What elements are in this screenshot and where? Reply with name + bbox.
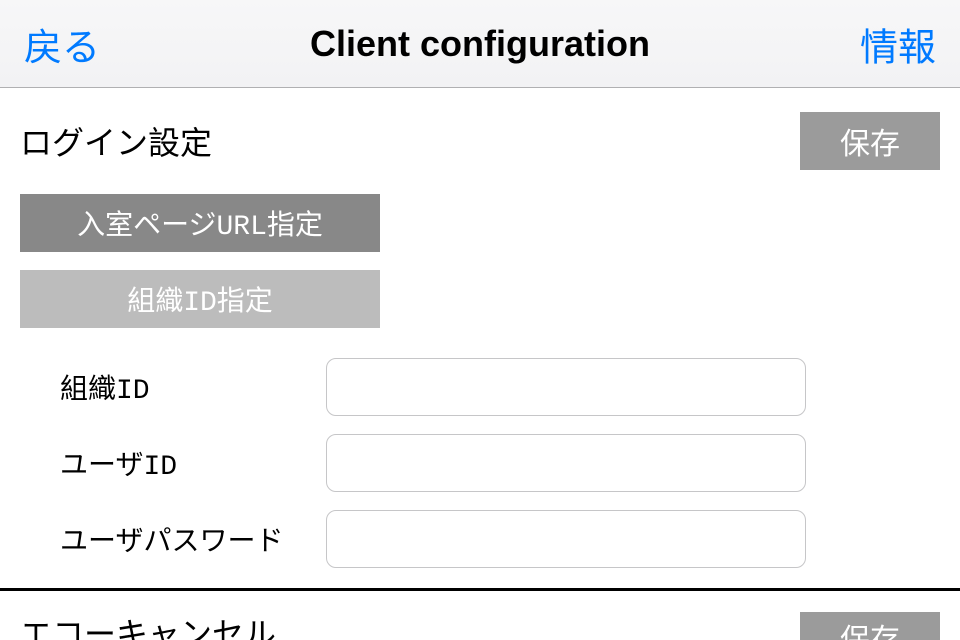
content-area: ログイン設定 保存 入室ページURL指定 組織ID指定 組織ID ユーザID ユ… [0,88,960,640]
tab-org-id[interactable]: 組織ID指定 [20,270,380,328]
user-id-row: ユーザID [60,434,940,492]
user-id-label: ユーザID [60,443,326,483]
echo-section-title: エコーキャンセル [20,609,276,640]
password-row: ユーザパスワード [60,510,940,568]
back-button[interactable]: 戻る [24,16,100,71]
login-section-header: ログイン設定 保存 [20,88,940,186]
navbar: 戻る Client configuration 情報 [0,0,960,88]
org-id-row: 組織ID [60,358,940,416]
page-title: Client configuration [310,23,650,65]
echo-section-header: エコーキャンセル 保存 [20,591,940,640]
login-mode-tabs: 入室ページURL指定 組織ID指定 [20,194,940,328]
password-input[interactable] [326,510,806,568]
tab-url-entry[interactable]: 入室ページURL指定 [20,194,380,252]
user-id-input[interactable] [326,434,806,492]
login-form: 組織ID ユーザID ユーザパスワード [20,358,940,568]
info-button[interactable]: 情報 [860,16,936,71]
login-section-title: ログイン設定 [20,118,212,164]
login-save-button[interactable]: 保存 [800,112,940,170]
org-id-label: 組織ID [60,367,326,407]
password-label: ユーザパスワード [60,519,326,559]
echo-save-button[interactable]: 保存 [800,612,940,640]
org-id-input[interactable] [326,358,806,416]
